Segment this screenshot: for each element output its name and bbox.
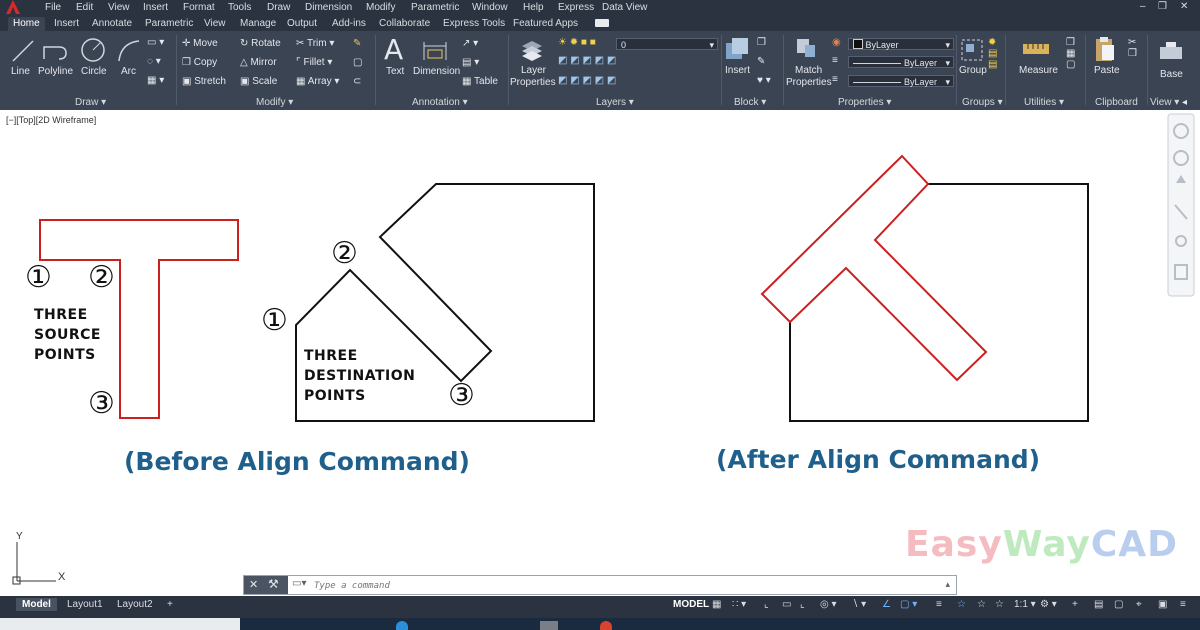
annotation-scale-value[interactable]: 1:1 ▾	[1014, 599, 1036, 610]
before-align-caption: (Before Align Command)	[124, 447, 470, 476]
taskbar-app-icon[interactable]	[600, 621, 612, 630]
taskbar-search-box[interactable]	[0, 618, 240, 630]
source-points-label: THREE SOURCE POINTS	[34, 307, 101, 363]
command-prompt-icon[interactable]: ▭▾	[292, 578, 306, 589]
destination-points-label: THREE DESTINATION POINTS	[304, 348, 416, 404]
object-snap-tracking-icon[interactable]: ∠	[882, 599, 891, 610]
command-history-icon[interactable]: ▴	[945, 579, 950, 590]
layout-tab-model[interactable]: Model	[16, 598, 57, 611]
taskbar-app-icon[interactable]	[540, 621, 558, 630]
polar-icon[interactable]: ◎ ▾	[820, 599, 837, 610]
easywaycad-watermark: EasyWayCAD	[905, 524, 1179, 565]
command-input[interactable]	[312, 577, 876, 595]
annotation-scale-icon[interactable]: ☆	[995, 599, 1004, 610]
infer-constraints-icon[interactable]: ⌞	[764, 599, 769, 610]
customize-menu-icon[interactable]: ≡	[1180, 599, 1186, 610]
ortho-icon[interactable]: ⌞	[800, 599, 805, 610]
add-icon[interactable]: +	[1072, 599, 1078, 610]
workspace-gear-icon[interactable]: ⚙ ▾	[1040, 599, 1057, 610]
annotation-visibility-icon[interactable]: ☆	[957, 599, 966, 610]
model-space-button[interactable]: MODEL	[673, 599, 709, 610]
fullscreen-icon[interactable]: ▣	[1158, 599, 1167, 610]
dest-point-3-mark: ③	[448, 378, 475, 413]
snap-icon[interactable]: ∷ ▾	[732, 599, 746, 610]
dest-point-1-mark: ①	[261, 303, 288, 338]
close-icon[interactable]: ✕	[249, 578, 258, 591]
result-boundary[interactable]	[789, 183, 1089, 422]
ucs-x-label: X	[58, 571, 66, 583]
command-line-tools: ✕ ⚒	[244, 576, 288, 594]
taskbar-app-icon[interactable]	[396, 621, 408, 630]
layout-tab-layout1[interactable]: Layout1	[67, 599, 103, 610]
autocad-window: File Edit View Insert Format Tools Draw …	[0, 0, 1200, 630]
os-taskbar	[0, 618, 1200, 630]
source-point-3-mark: ③	[88, 386, 115, 421]
auto-scale-icon[interactable]: ☆	[977, 599, 986, 610]
add-layout-icon[interactable]: +	[167, 599, 173, 610]
ucs-y-label: Y	[16, 531, 23, 542]
isodraft-icon[interactable]: ∖ ▾	[852, 599, 866, 610]
lineweight-toggle-icon[interactable]: ≡	[936, 599, 942, 610]
dest-point-2-mark: ②	[331, 236, 358, 271]
command-line: ✕ ⚒ ▭▾ ▴	[243, 575, 957, 595]
source-point-2-mark: ②	[88, 260, 115, 295]
wrench-icon[interactable]: ⚒	[268, 577, 279, 591]
units-icon[interactable]: ▢	[1114, 599, 1123, 610]
status-bar: Model Layout1 Layout2 + MODEL ▦ ∷ ▾ ⌞ ▭ …	[0, 596, 1200, 618]
after-align-caption: (After Align Command)	[716, 445, 1041, 474]
source-point-1-mark: ①	[25, 260, 52, 295]
aligned-t-shape[interactable]	[760, 154, 988, 382]
object-snap-icon[interactable]: ▢ ▾	[900, 599, 917, 610]
dynamic-input-icon[interactable]: ▭	[782, 599, 791, 610]
layout-tab-layout2[interactable]: Layout2	[117, 599, 153, 610]
quick-properties-icon[interactable]: ▤	[1094, 599, 1103, 610]
isolate-objects-icon[interactable]: ⌖	[1136, 599, 1142, 610]
grid-icon[interactable]: ▦	[712, 599, 721, 610]
